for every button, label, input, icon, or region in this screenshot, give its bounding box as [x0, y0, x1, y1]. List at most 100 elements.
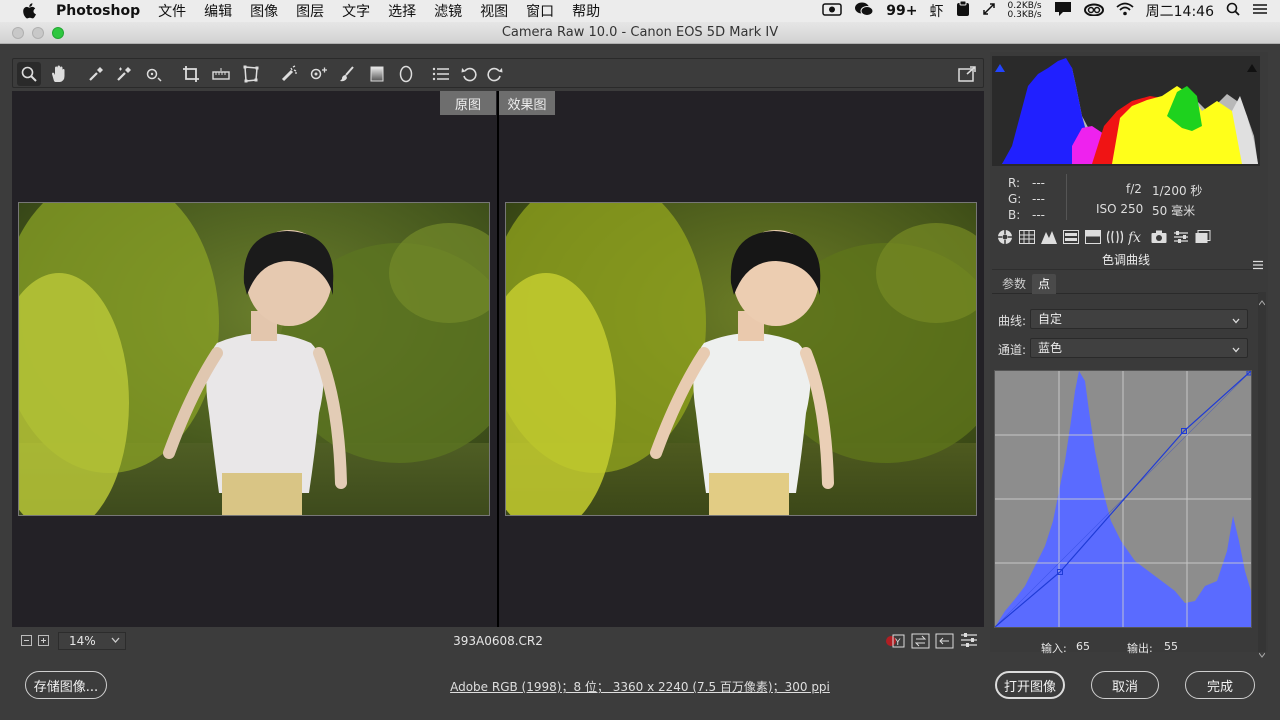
iso: ISO 250: [1096, 202, 1144, 216]
targeted-adjustment-tool-icon[interactable]: [142, 62, 166, 86]
menu-image[interactable]: 图像: [250, 1, 278, 21]
chevron-down-icon[interactable]: [1258, 644, 1266, 658]
done-button[interactable]: 完成: [1185, 671, 1255, 699]
notification-badge: 99+: [886, 3, 918, 19]
tool-bar: [12, 58, 984, 88]
transform-tool-icon[interactable]: [239, 62, 263, 86]
graduated-filter-icon[interactable]: [365, 62, 389, 86]
cancel-button[interactable]: 取消: [1091, 671, 1159, 699]
input-value: 65: [1076, 640, 1090, 653]
aperture: f/2: [1126, 182, 1142, 196]
rotate-right-icon[interactable]: [483, 62, 507, 86]
curve-mode-tabs: 参数 点: [992, 274, 1260, 294]
menu-filter[interactable]: 滤镜: [434, 1, 462, 21]
menu-layer[interactable]: 图层: [296, 1, 324, 21]
edited-photo: [505, 202, 977, 516]
curve-preset-row: 曲线: 自定: [998, 309, 1248, 329]
menu-view[interactable]: 视图: [480, 1, 508, 21]
preview-status-bar: 14% 393A0608.CR2 Y: [12, 627, 984, 655]
menu-file[interactable]: 文件: [158, 1, 186, 21]
radial-filter-icon[interactable]: [394, 62, 418, 86]
snapshots-panel-icon[interactable]: [1194, 228, 1212, 246]
menu-type[interactable]: 文字: [342, 1, 370, 21]
focal-length: 50 毫米: [1152, 204, 1196, 218]
r-label: R:: [1008, 176, 1021, 190]
menu-edit[interactable]: 编辑: [204, 1, 232, 21]
tone-curve-panel-icon[interactable]: [1018, 228, 1036, 246]
effects-panel-icon[interactable]: fx: [1128, 228, 1146, 246]
lens-correction-panel-icon[interactable]: [1106, 228, 1124, 246]
apple-icon[interactable]: [18, 3, 40, 19]
panel-section-title: 色调曲线: [992, 250, 1260, 270]
search-icon[interactable]: [1226, 2, 1240, 20]
b-value: ---: [1032, 208, 1045, 222]
zoom-tool-icon[interactable]: [17, 62, 41, 86]
open-image-button[interactable]: 打开图像: [995, 671, 1065, 699]
curve-preset-select[interactable]: 自定: [1030, 309, 1248, 329]
wifi-icon[interactable]: [1116, 2, 1134, 20]
split-divider: [497, 91, 499, 627]
wechat-icon[interactable]: [854, 1, 874, 21]
swap-before-after-icon[interactable]: [911, 632, 931, 653]
crop-tool-icon[interactable]: [179, 62, 203, 86]
hand-tool-icon[interactable]: [46, 62, 70, 86]
menu-select[interactable]: 选择: [388, 1, 416, 21]
hsl-panel-icon[interactable]: [1062, 228, 1080, 246]
spot-removal-tool-icon[interactable]: [277, 62, 301, 86]
b-label: B:: [1008, 208, 1021, 222]
resize-icon[interactable]: [982, 2, 996, 20]
shrimp-icon[interactable]: 虾: [930, 1, 944, 21]
tone-curve-graph[interactable]: [994, 370, 1252, 628]
creative-cloud-icon[interactable]: [1083, 2, 1104, 20]
channel-label: 通道:: [998, 343, 1027, 357]
highlight-clipping-icon[interactable]: [1246, 58, 1258, 72]
after-label: 效果图: [499, 91, 555, 115]
net-speed: 0.2KB/s 0.3KB/s: [1008, 2, 1042, 20]
preferences-list-icon[interactable]: [429, 62, 453, 86]
preview-settings-icon[interactable]: [960, 632, 978, 651]
panel-scrollbar[interactable]: [1258, 292, 1266, 658]
before-label: 原图: [440, 91, 496, 115]
clock[interactable]: 周二14:46: [1146, 1, 1214, 21]
svg-text:Y: Y: [894, 638, 901, 648]
screen-record-icon[interactable]: [822, 2, 843, 20]
chevron-down-icon: [1231, 342, 1241, 353]
pixel-readout: R: --- G: --- B: --- f/2 1/200 秒 ISO 250…: [992, 170, 1260, 224]
shutter-speed: 1/200 秒: [1152, 184, 1203, 198]
menu-app-name[interactable]: Photoshop: [56, 3, 140, 19]
fullscreen-toggle-icon[interactable]: [955, 62, 979, 86]
tab-parametric[interactable]: 参数: [996, 274, 1032, 294]
workflow-options-link[interactable]: Adobe RGB (1998)；8 位； 3360 x 2240 (7.5 百…: [0, 678, 1280, 695]
message-icon[interactable]: [1054, 1, 1072, 21]
chevron-down-icon: [1231, 313, 1241, 324]
rotate-left-icon[interactable]: [457, 62, 481, 86]
histogram: [992, 56, 1260, 166]
presets-panel-icon[interactable]: [1172, 228, 1190, 246]
menu-help[interactable]: 帮助: [572, 1, 600, 21]
basic-panel-icon[interactable]: [996, 228, 1014, 246]
adjustment-brush-icon[interactable]: [335, 62, 359, 86]
mac-menu-bar: Photoshop 文件 编辑 图像 图层 文字 选择 滤镜 视图 窗口 帮助 …: [0, 0, 1280, 22]
channel-select[interactable]: 蓝色: [1030, 338, 1248, 358]
copy-settings-icon[interactable]: [935, 632, 955, 653]
color-sampler-tool-icon[interactable]: [112, 62, 136, 86]
preview-area[interactable]: 原图 效果图: [12, 91, 984, 627]
channel-row: 通道: 蓝色: [998, 338, 1248, 358]
detail-panel-icon[interactable]: [1040, 228, 1058, 246]
clipboard-icon[interactable]: [956, 0, 970, 21]
chevron-up-icon[interactable]: [1258, 292, 1266, 306]
list-icon[interactable]: [1252, 3, 1268, 19]
before-after-view-icon[interactable]: Y: [885, 632, 905, 653]
panel-tab-icons: fx: [992, 228, 1260, 248]
straighten-tool-icon[interactable]: [209, 62, 233, 86]
tab-point[interactable]: 点: [1032, 274, 1057, 294]
output-label: 输出:: [1127, 642, 1153, 655]
split-toning-panel-icon[interactable]: [1084, 228, 1102, 246]
menu-window[interactable]: 窗口: [526, 1, 554, 21]
panel-menu-icon[interactable]: [1252, 255, 1264, 274]
output-value: 55: [1164, 640, 1178, 653]
white-balance-tool-icon[interactable]: [84, 62, 108, 86]
camera-calibration-panel-icon[interactable]: [1150, 228, 1168, 246]
shadow-clipping-icon[interactable]: [994, 58, 1006, 72]
red-eye-tool-icon[interactable]: [306, 62, 330, 86]
